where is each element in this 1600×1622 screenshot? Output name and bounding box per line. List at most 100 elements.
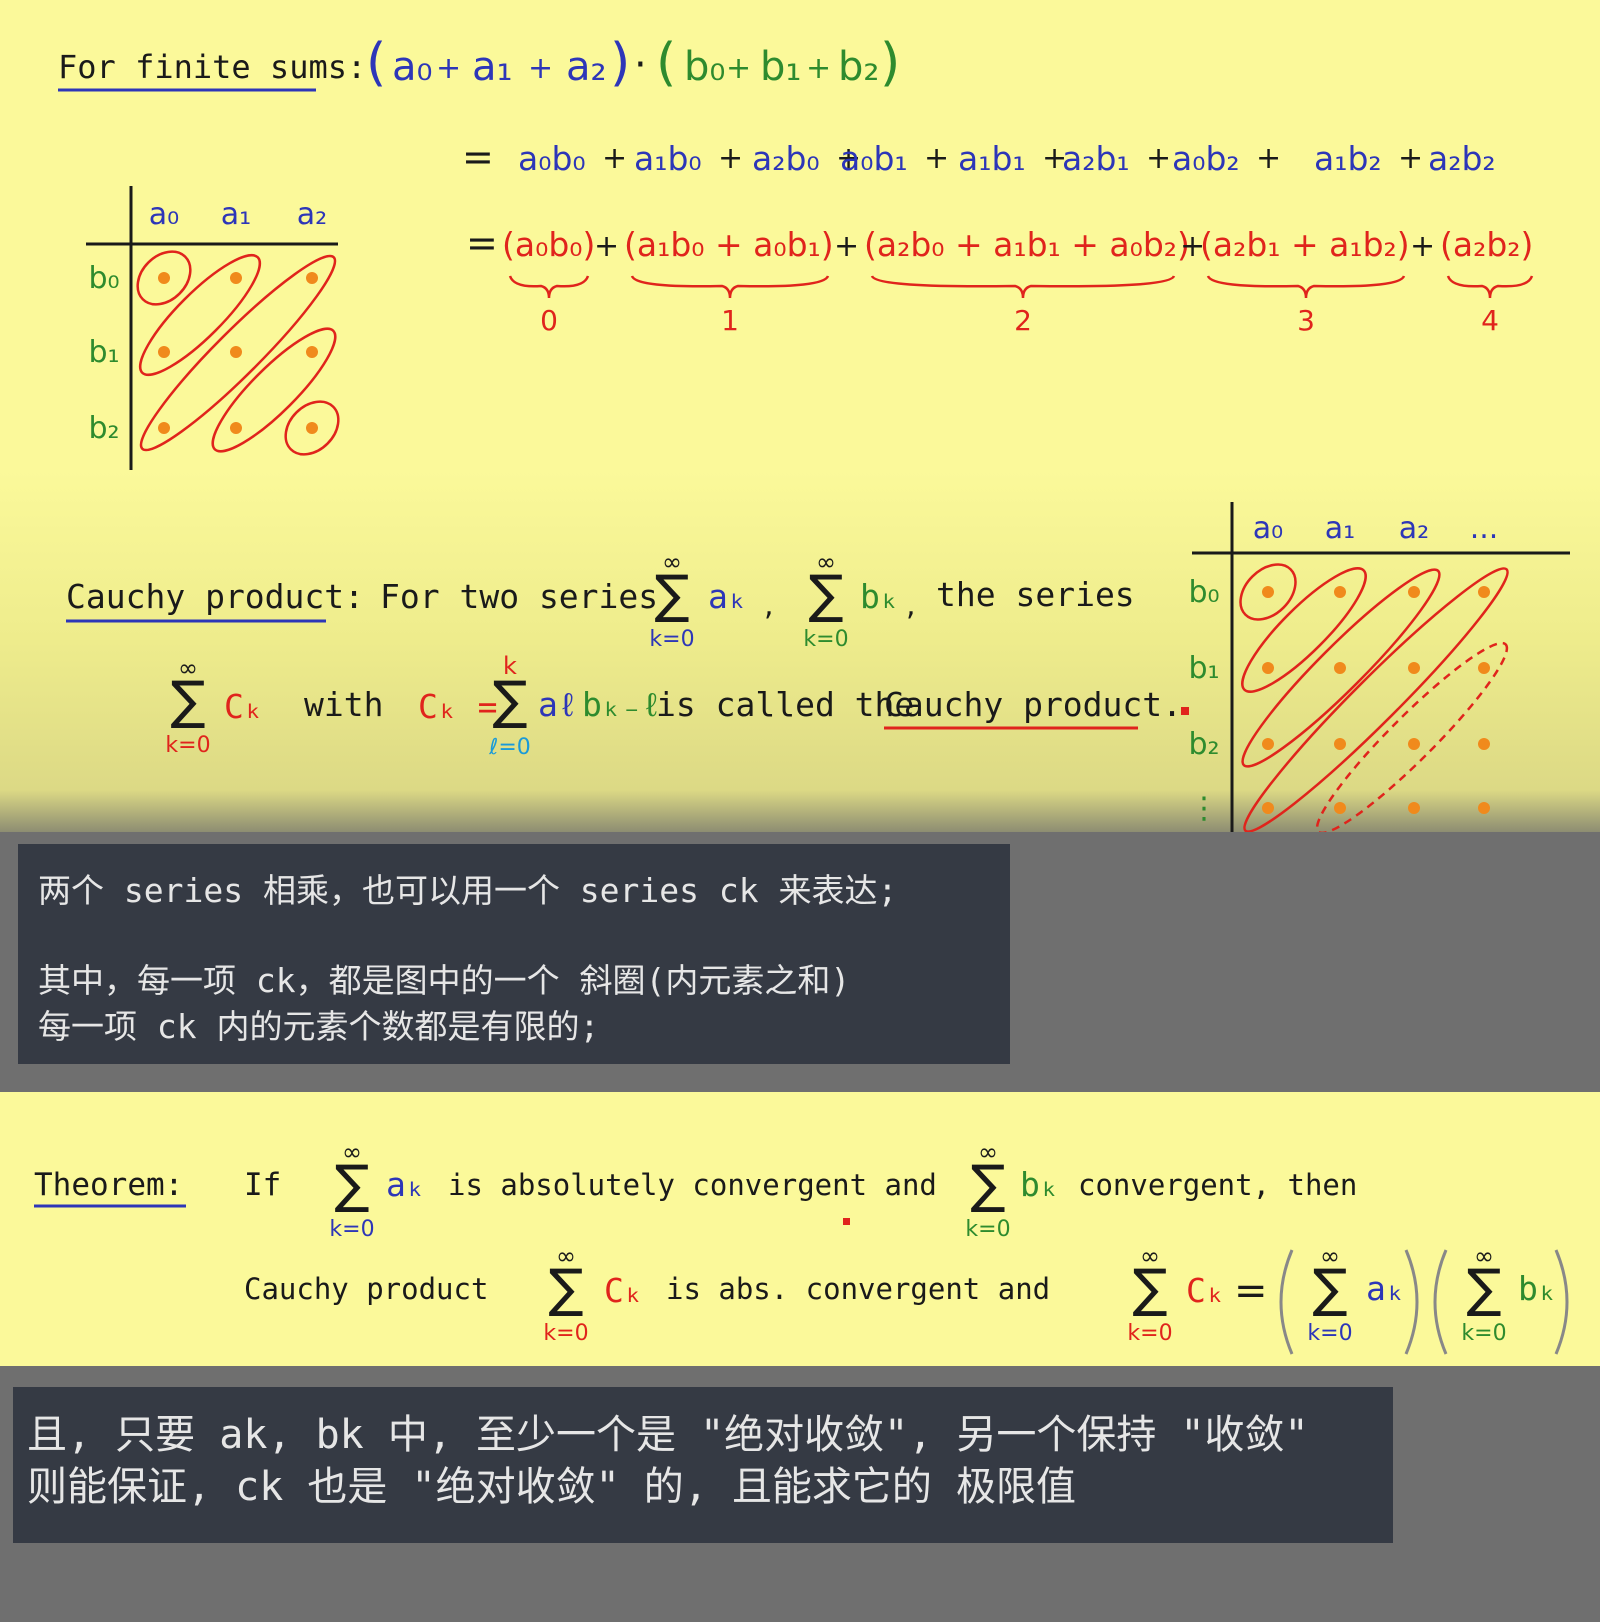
infinite-grid: a₀ a₁ a₂ ... b₀ b₁ b₂ ⋮	[1188, 502, 1570, 832]
finite-grid: a₀ a₁ a₂ b₀ b₁ b₂	[86, 186, 340, 470]
group-index-label: 2	[1014, 304, 1032, 337]
dot: ·	[634, 42, 647, 88]
sum-term: aₖ	[386, 1165, 426, 1204]
grid-dot	[1478, 586, 1490, 598]
with-text: with	[304, 685, 383, 724]
group-term: (a₂b₀ + a₁b₁ + a₀b₂)	[864, 225, 1190, 264]
grid-dot	[1408, 802, 1420, 814]
theorem-canvas: Theorem: If ∞ ∑ k=0 aₖ is absolutely con…	[34, 1138, 1569, 1355]
plus: +	[726, 51, 751, 86]
grid-dot	[158, 272, 170, 284]
grid-col-label: a₂	[1399, 511, 1429, 546]
sigma: ∑	[548, 1259, 583, 1319]
grid-dot	[1334, 802, 1346, 814]
sum-bottom: k=0	[1307, 1321, 1352, 1346]
sum-bottom: k=0	[329, 1217, 374, 1242]
plus-sign: +	[1146, 141, 1171, 176]
thm-sum-b: ∞ ∑ k=0 bₖ	[965, 1138, 1059, 1242]
grid-dot	[1334, 662, 1346, 674]
plus-sign: +	[1410, 229, 1435, 264]
finite-product: ( a₀ + a₁ + a₂ ) · ( b₀ + b₁ + b₂ )	[366, 33, 900, 93]
expanded-term: a₁b₂	[1314, 139, 1382, 178]
plus-sign: +	[834, 229, 859, 264]
expanded-term: a₁b₀	[634, 139, 702, 178]
expanded-term: a₂b₂	[1428, 139, 1496, 178]
grid-dot	[306, 422, 318, 434]
sum-term: Cₖ	[1186, 1271, 1226, 1310]
grid-dot	[306, 346, 318, 358]
sum-bottom: k=0	[165, 733, 210, 758]
diagonal-loop	[1243, 567, 1509, 832]
expanded-term: a₂b₀	[752, 139, 820, 178]
cauchy-slide-panel: For finite sums: ( a₀ + a₁ + a₂ ) · ( b₀…	[0, 0, 1600, 832]
thm-sum-a: ∞ ∑ k=0 aₖ	[329, 1138, 425, 1242]
grid-dot	[230, 272, 242, 284]
grid-row-label: ⋮	[1189, 791, 1219, 826]
b-term: bₖ₋ℓ	[582, 685, 661, 724]
term-a1: a₁	[472, 44, 513, 90]
expanded-term: a₂b₁	[1062, 139, 1130, 178]
grid-dot	[1478, 802, 1490, 814]
sum-bottom: k=0	[803, 627, 848, 652]
cauchy-label: Cauchy product:	[66, 577, 364, 616]
equals: =	[466, 221, 498, 265]
grid-row-label: b₂	[88, 411, 119, 446]
theorem-panel: Theorem: If ∞ ∑ k=0 aₖ is absolutely con…	[0, 1092, 1600, 1366]
plus-sign: +	[1398, 141, 1423, 176]
group-brace	[508, 275, 590, 299]
grid-dot	[1408, 662, 1420, 674]
group-index-label: 1	[721, 304, 739, 337]
group-brace	[870, 275, 1176, 299]
grid-dot	[158, 346, 170, 358]
term-a2: a₂	[566, 44, 607, 90]
sigma: ∑	[1132, 1259, 1167, 1319]
chinese-note-2: 且, 只要 ak, bk 中, 至少一个是 "绝对收敛", 另一个保持 "收敛"…	[13, 1387, 1393, 1543]
term-b0: b₀	[684, 44, 725, 90]
paren: )	[880, 33, 900, 93]
comma: ,	[906, 588, 916, 623]
sum-bottom: k=0	[965, 1217, 1010, 1242]
term-a0: a₀	[392, 44, 433, 90]
sigma: ∑	[654, 565, 689, 625]
grid-dot	[1262, 802, 1274, 814]
note-line-2: 则能保证, ck 也是 "绝对收敛" 的, 且能求它的 极限值	[27, 1464, 1076, 1510]
thm-sum-c: ∞ ∑ k=0 Cₖ	[543, 1242, 643, 1346]
grid-dot	[230, 346, 242, 358]
expanded-term: a₀b₀	[518, 139, 586, 178]
sum-term: bₖ	[860, 577, 900, 616]
abs-convergent-text: is abs. convergent and	[666, 1272, 1050, 1306]
sigma: ∑	[970, 1155, 1005, 1215]
theorem-label: Theorem:	[34, 1167, 183, 1203]
the-series-text: the series	[936, 575, 1135, 614]
paren-left	[1433, 1249, 1448, 1355]
equals: =	[462, 135, 494, 179]
group-index-label: 0	[540, 304, 558, 337]
sum-c: ∞ ∑ k=0 Cₖ	[165, 654, 263, 758]
expanded-term: a₀b₂	[1172, 139, 1240, 178]
note-line-3: 每一项 ck 内的元素个数都是有限的;	[38, 1007, 600, 1046]
sum-bottom: ℓ=0	[488, 735, 531, 760]
convergent-then-text: convergent, then	[1078, 1168, 1357, 1202]
if-text: If	[244, 1167, 281, 1203]
sum-bottom: k=0	[649, 627, 694, 652]
diagonal-loop	[1315, 641, 1509, 832]
absolutely-convergent-text: is absolutely convergent and	[448, 1168, 937, 1202]
grid-dot	[306, 272, 318, 284]
note-line-1: 两个 series 相乘，也可以用一个 series ck 来表达;	[38, 871, 898, 910]
sum-term: Cₖ	[604, 1271, 644, 1310]
grid-row-label: b₀	[88, 261, 119, 296]
group-brace	[630, 275, 830, 299]
paren: (	[366, 33, 386, 93]
sigma: ∑	[170, 671, 205, 731]
term-b2: b₂	[838, 44, 879, 90]
finite-sums-label: For finite sums:	[58, 48, 366, 86]
grid-col-label: a₂	[297, 197, 327, 232]
plus-sign: +	[718, 141, 743, 176]
sigma: ∑	[1466, 1259, 1501, 1319]
chinese-note-1: 两个 series 相乘，也可以用一个 series ck 来表达; 其中，每一…	[18, 844, 1010, 1064]
paren-right	[1404, 1249, 1419, 1355]
grid-dot	[1262, 662, 1274, 674]
plus-sign: +	[1256, 141, 1281, 176]
grid-dot	[1334, 586, 1346, 598]
red-dot-mark	[843, 1218, 850, 1225]
